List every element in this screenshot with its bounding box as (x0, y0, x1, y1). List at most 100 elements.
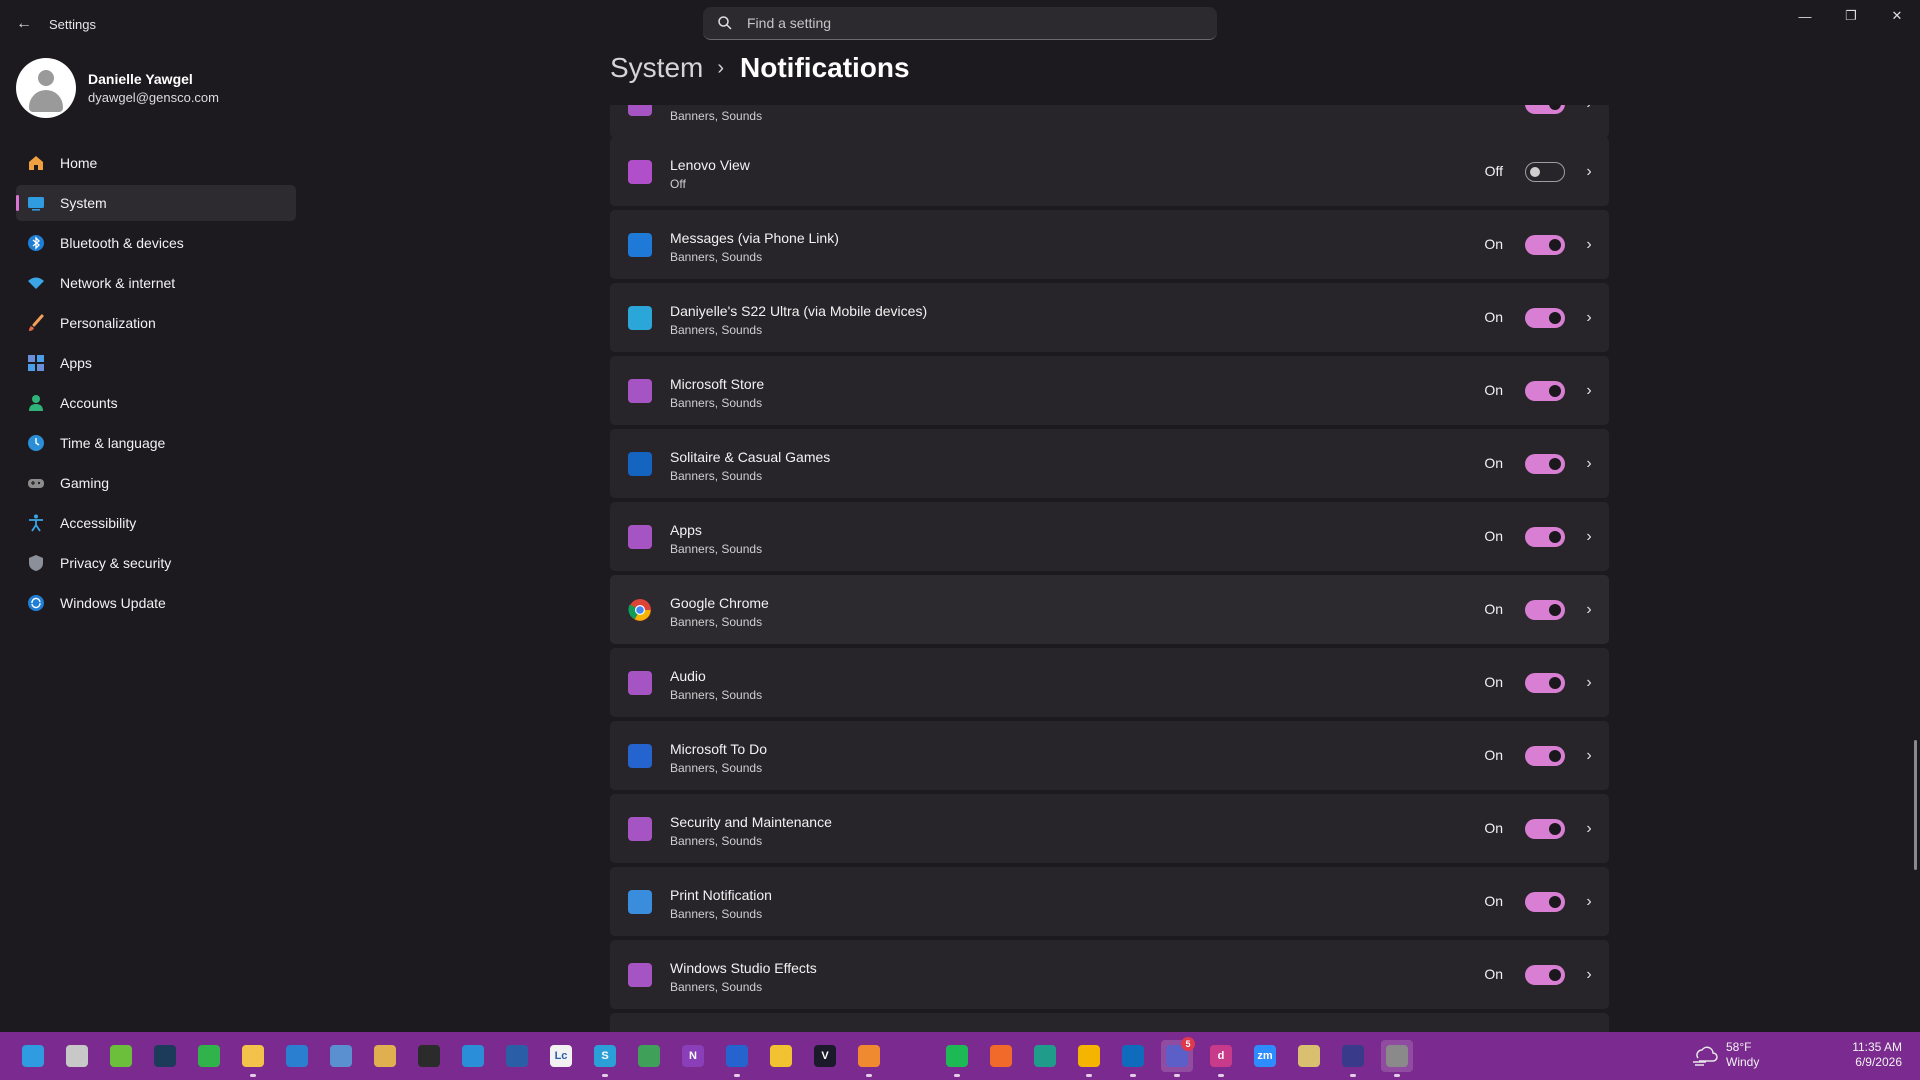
tasks-app-icon[interactable] (853, 1040, 885, 1077)
camera-app-icon[interactable] (149, 1040, 181, 1072)
teams-icon[interactable]: 5 (1161, 1037, 1195, 1077)
minimize-icon[interactable]: — (1782, 0, 1828, 32)
sticky-notes-icon[interactable] (765, 1040, 797, 1072)
chevron-right-icon[interactable]: › (1582, 105, 1596, 114)
notification-toggle[interactable] (1525, 527, 1565, 547)
file-explorer-icon[interactable] (237, 1040, 269, 1077)
notification-app-row[interactable]: Audio Banners, Sounds On › (610, 648, 1609, 717)
search-input[interactable] (745, 14, 1189, 32)
notification-app-row[interactable]: Lenovo View Off Off › (610, 137, 1609, 206)
chevron-right-icon[interactable]: › (1582, 673, 1596, 693)
vim-icon[interactable]: V (809, 1040, 841, 1072)
notification-app-row[interactable]: Daniyelle's S22 Ultra (via Mobile device… (610, 283, 1609, 352)
notification-toggle[interactable] (1525, 454, 1565, 474)
photos-icon[interactable] (457, 1040, 489, 1072)
scripting-icon[interactable]: S (589, 1040, 621, 1077)
notepad-icon[interactable] (633, 1040, 665, 1072)
notification-toggle[interactable] (1525, 819, 1565, 839)
defender-icon[interactable] (281, 1040, 313, 1072)
notification-toggle[interactable] (1525, 381, 1565, 401)
notification-toggle[interactable] (1525, 235, 1565, 255)
weather-widget[interactable]: 58°F Windy (1692, 1040, 1759, 1070)
notification-toggle[interactable] (1525, 308, 1565, 328)
notification-toggle[interactable] (1525, 673, 1565, 693)
notification-toggle[interactable] (1525, 892, 1565, 912)
task-view-icon[interactable] (61, 1040, 93, 1072)
chevron-right-icon[interactable]: › (1582, 892, 1596, 912)
notification-app-row[interactable]: Security and Maintenance Banners, Sounds O… (610, 794, 1609, 863)
notification-app-row[interactable]: Messages (via Phone Link) Banners, Sounds… (610, 210, 1609, 279)
edge-icon[interactable] (1029, 1040, 1061, 1072)
arcgis-icon[interactable] (105, 1040, 137, 1072)
outlook-icon[interactable] (1117, 1040, 1149, 1077)
terminal-icon[interactable] (413, 1040, 445, 1072)
sidebar-item-accounts[interactable]: Accounts (16, 385, 296, 421)
chevron-right-icon[interactable]: › (1582, 454, 1596, 474)
profile-email: dyawgel@gensco.com (88, 90, 219, 105)
chevron-right-icon[interactable]: › (1582, 308, 1596, 328)
sidebar-item-network-internet[interactable]: Network & internet (16, 265, 296, 301)
design-app-icon[interactable]: d (1205, 1040, 1237, 1077)
sidebar-item-personalization[interactable]: Personalization (16, 305, 296, 341)
onenote-icon[interactable]: N (677, 1040, 709, 1072)
firefox-icon[interactable] (985, 1040, 1017, 1072)
chevron-right-icon[interactable]: › (1582, 527, 1596, 547)
todo-taskbar-icon[interactable] (721, 1040, 753, 1077)
taskbar-app-glyph (638, 1045, 660, 1067)
sidebar-item-apps[interactable]: Apps (16, 345, 296, 381)
chevron-right-icon[interactable]: › (1582, 381, 1596, 401)
sidebar-item-accessibility[interactable]: Accessibility (16, 505, 296, 541)
scrollbar-thumb[interactable] (1914, 740, 1917, 870)
people-app-icon[interactable] (369, 1040, 401, 1072)
zoom-icon[interactable]: zm (1249, 1040, 1281, 1072)
settings-gear-icon[interactable] (1381, 1040, 1413, 1077)
taskbar-app-glyph: zm (1254, 1045, 1276, 1067)
sidebar-item-windows-update[interactable]: Windows Update (16, 585, 296, 621)
sidebar-item-bluetooth-devices[interactable]: Bluetooth & devices (16, 225, 296, 261)
sidebar-item-gaming[interactable]: Gaming (16, 465, 296, 501)
sidebar-item-home[interactable]: Home (16, 145, 296, 181)
taskbar-app-glyph (198, 1045, 220, 1067)
breadcrumb-system-link[interactable]: System (610, 52, 703, 84)
snipping-icon[interactable] (1337, 1040, 1369, 1077)
running-indicator (866, 1074, 872, 1077)
notification-app-row[interactable]: Google Chrome Banners, Sounds On › (610, 575, 1609, 644)
notification-app-row[interactable]: Microsoft To Do Banners, Sounds On › (610, 721, 1609, 790)
notification-app-row[interactable]: Microsoft Store Banners, Sounds On › (610, 356, 1609, 425)
system-clock[interactable]: 11:35 AM 6/9/2026 (1852, 1040, 1902, 1070)
notification-app-row[interactable]: Print Notification Banners, Sounds On › (610, 867, 1609, 936)
print-manager-icon[interactable] (325, 1040, 357, 1072)
user-profile[interactable]: Danielle Yawgel dyawgel@gensco.com (16, 57, 219, 119)
sidebar-item-system[interactable]: System (16, 185, 296, 221)
notification-toggle[interactable] (1525, 746, 1565, 766)
chevron-right-icon[interactable]: › (1582, 819, 1596, 839)
notification-app-row[interactable]: Solitaire & Casual Games Banners, Sounds O… (610, 429, 1609, 498)
notification-toggle[interactable] (1525, 965, 1565, 985)
chevron-right-icon[interactable]: › (1582, 162, 1596, 182)
lc-app-icon[interactable]: Lc (545, 1040, 577, 1072)
chevron-right-icon[interactable]: › (1582, 965, 1596, 985)
sidebar-item-time-language[interactable]: Time & language (16, 425, 296, 461)
notes-app-icon[interactable] (1293, 1040, 1325, 1072)
chevron-right-icon[interactable]: › (1582, 746, 1596, 766)
notification-app-row[interactable]: Apps Banners, Sounds On › (610, 502, 1609, 571)
powershell-icon[interactable] (501, 1040, 533, 1072)
chevron-right-icon[interactable]: › (1582, 235, 1596, 255)
chevron-right-icon[interactable]: › (1582, 600, 1596, 620)
chrome-taskbar-icon[interactable] (1073, 1040, 1105, 1077)
plane-app-icon[interactable] (193, 1040, 225, 1072)
notification-toggle[interactable] (1525, 162, 1565, 182)
notification-toggle[interactable] (1525, 105, 1565, 114)
search-box[interactable] (703, 7, 1217, 40)
close-icon[interactable]: ✕ (1874, 0, 1920, 32)
start-icon[interactable] (17, 1040, 49, 1072)
restore-icon[interactable]: ❐ (1828, 0, 1874, 32)
sidebar-item-privacy-security[interactable]: Privacy & security (16, 545, 296, 581)
notification-app-row-partial[interactable]: Banners, Sounds › (610, 105, 1609, 138)
notification-app-row[interactable]: Windows Studio Effects Banners, Sounds On › (610, 940, 1609, 1009)
notification-app-row-partial[interactable] (610, 1013, 1609, 1032)
back-arrow-icon[interactable]: ← (14, 14, 34, 34)
notification-toggle[interactable] (1525, 600, 1565, 620)
chatgpt-icon[interactable] (897, 1040, 929, 1072)
spotify-icon[interactable] (941, 1040, 973, 1077)
